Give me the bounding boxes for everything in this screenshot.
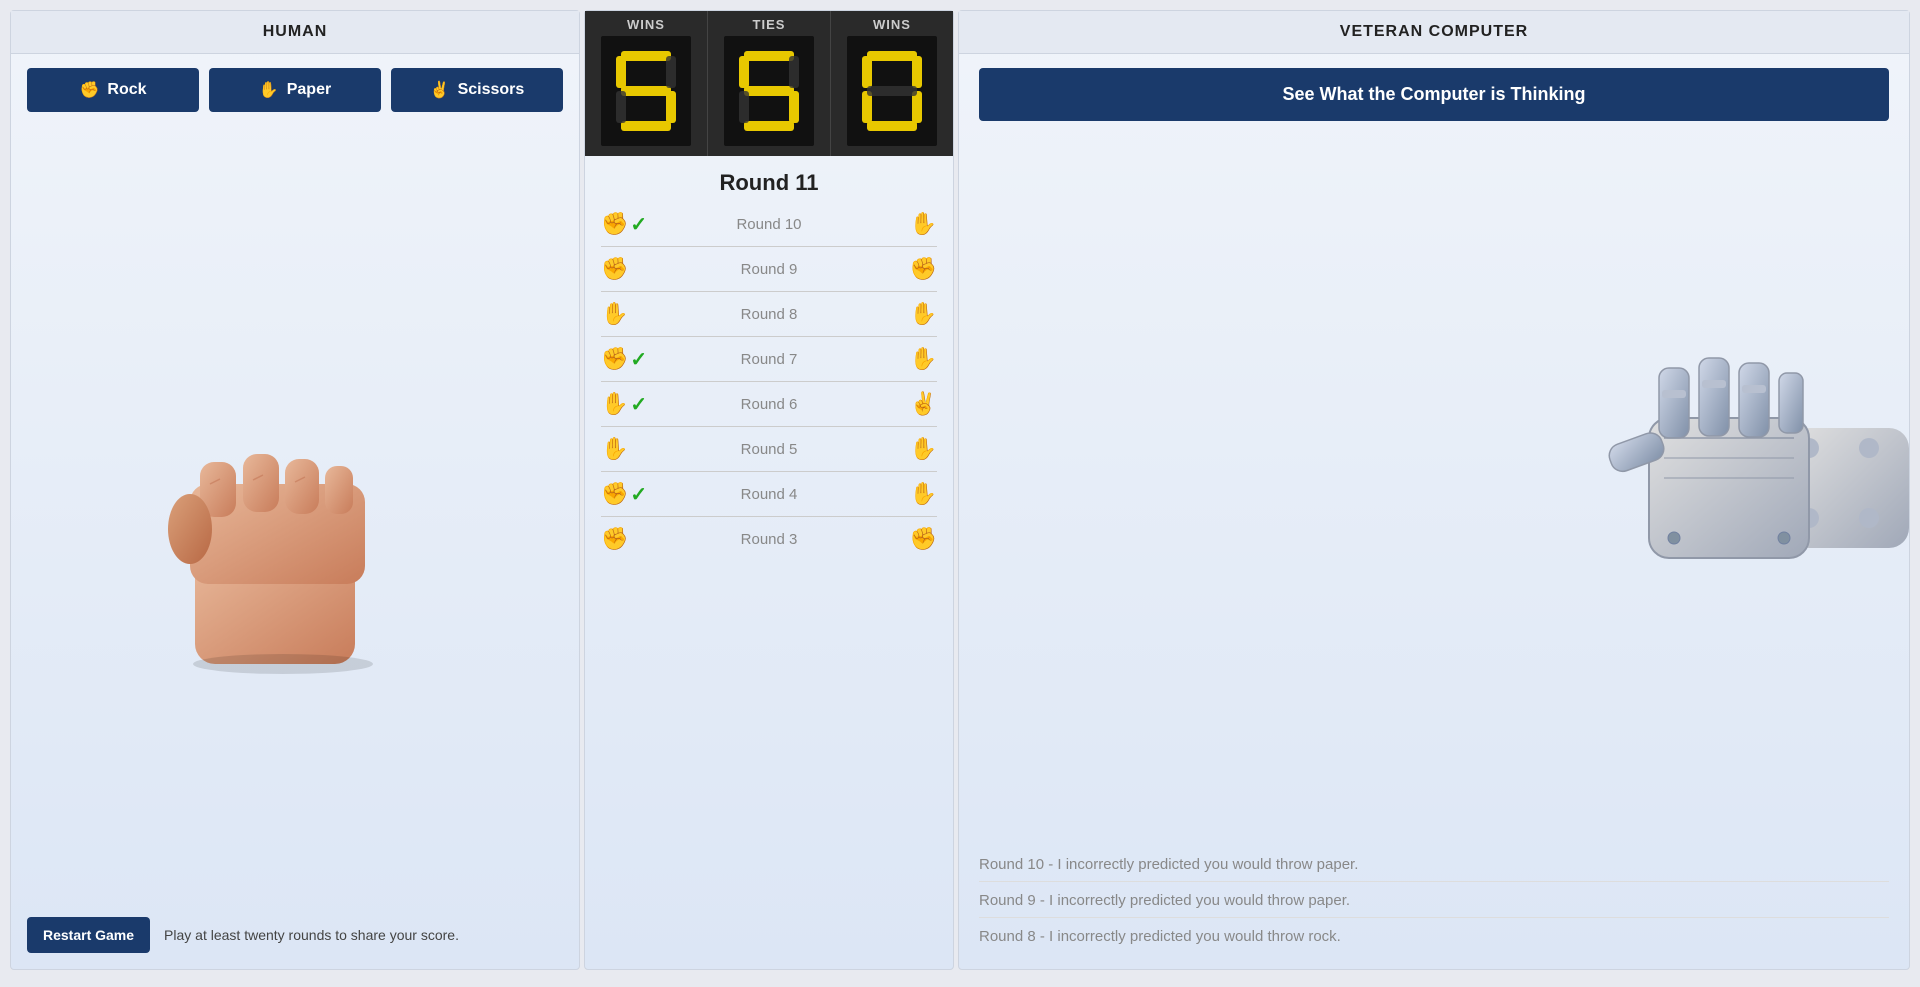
computer-panel-header: VETERAN COMPUTER <box>959 11 1909 54</box>
table-row: ✊ Round 9 ✊ <box>601 247 937 292</box>
round-4-label: Round 4 <box>643 486 895 503</box>
table-row: ✊✓ Round 4 ✋ <box>601 472 937 517</box>
human-wins-col: WINS <box>585 11 708 156</box>
human-hand-area <box>11 126 579 901</box>
center-panel: WINS <box>584 10 954 970</box>
table-row: ✋ Round 5 ✋ <box>601 427 937 472</box>
left-panel: HUMAN ✊ Rock ✋ Paper ✌ Scissors <box>10 10 580 970</box>
round-10-label: Round 10 <box>643 216 895 233</box>
thinking-button[interactable]: See What the Computer is Thinking <box>979 68 1889 121</box>
human-hand-image <box>135 354 455 674</box>
scissors-icon: ✌ <box>430 80 450 100</box>
thinking-log: Round 10 - I incorrectly predicted you w… <box>959 840 1909 969</box>
computer-round8-icon: ✋ <box>903 301 937 327</box>
paper-label: Paper <box>287 81 331 99</box>
rounds-list: ✊✓ Round 10 ✋ ✊ Round 9 ✊ ✋ Round 8 ✋ ✊✓… <box>585 202 953 561</box>
round-7-label: Round 7 <box>643 351 895 368</box>
restart-button[interactable]: Restart Game <box>27 917 150 953</box>
round-6-label: Round 6 <box>643 396 895 413</box>
table-row: ✋✓ Round 6 ✌ <box>601 382 937 427</box>
ties-col: TIES <box>708 11 831 156</box>
human-round3-icon: ✊ <box>601 526 635 552</box>
rock-button[interactable]: ✊ Rock <box>27 68 199 112</box>
computer-round10-icon: ✋ <box>903 211 937 237</box>
computer-round6-icon: ✌ <box>903 391 937 417</box>
human-wins-digit <box>611 46 681 136</box>
computer-wins-display <box>847 36 937 146</box>
human-round6-icon: ✋✓ <box>601 391 635 417</box>
ties-label: TIES <box>753 17 786 32</box>
rock-label: Rock <box>107 81 146 99</box>
human-panel-header: HUMAN <box>11 11 579 54</box>
human-round7-icon: ✊✓ <box>601 346 635 372</box>
human-round9-icon: ✊ <box>601 256 635 282</box>
human-round5-icon: ✋ <box>601 436 635 462</box>
human-wins-display <box>601 36 691 146</box>
thinking-entry: Round 8 - I incorrectly predicted you wo… <box>979 928 1889 953</box>
bottom-bar: Restart Game Play at least twenty rounds… <box>11 901 579 969</box>
computer-round5-icon: ✋ <box>903 436 937 462</box>
thinking-entry: Round 10 - I incorrectly predicted you w… <box>979 856 1889 882</box>
ties-display <box>724 36 814 146</box>
current-round-label: Round 11 <box>719 170 818 196</box>
human-round4-icon: ✊✓ <box>601 481 635 507</box>
table-row: ✋ Round 8 ✋ <box>601 292 937 337</box>
ties-digit <box>734 46 804 136</box>
scissors-label: Scissors <box>458 81 525 99</box>
computer-round7-icon: ✋ <box>903 346 937 372</box>
paper-icon: ✋ <box>259 80 279 100</box>
round-8-label: Round 8 <box>643 306 895 323</box>
round-3-label: Round 3 <box>643 531 895 548</box>
computer-wins-col: WINS <box>831 11 953 156</box>
human-round8-icon: ✋ <box>601 301 635 327</box>
table-row: ✊✓ Round 7 ✋ <box>601 337 937 382</box>
thinking-btn-wrapper: See What the Computer is Thinking <box>959 54 1909 135</box>
robot-hand-image <box>1489 338 1909 638</box>
table-row: ✊✓ Round 10 ✋ <box>601 202 937 247</box>
right-panel: VETERAN COMPUTER See What the Computer i… <box>958 10 1910 970</box>
human-round10-icon: ✊✓ <box>601 211 635 237</box>
bottom-text: Play at least twenty rounds to share you… <box>164 927 459 943</box>
choice-buttons-group: ✊ Rock ✋ Paper ✌ Scissors <box>11 54 579 126</box>
computer-round9-icon: ✊ <box>903 256 937 282</box>
scoreboard: WINS <box>585 11 953 156</box>
table-row: ✊ Round 3 ✊ <box>601 517 937 561</box>
scissors-button[interactable]: ✌ Scissors <box>391 68 563 112</box>
computer-wins-label: WINS <box>873 17 911 32</box>
computer-round3-icon: ✊ <box>903 526 937 552</box>
thinking-entry: Round 9 - I incorrectly predicted you wo… <box>979 892 1889 918</box>
computer-wins-digit <box>857 46 927 136</box>
human-wins-label: WINS <box>627 17 665 32</box>
round-9-label: Round 9 <box>643 261 895 278</box>
computer-round4-icon: ✋ <box>903 481 937 507</box>
paper-button[interactable]: ✋ Paper <box>209 68 381 112</box>
round-5-label: Round 5 <box>643 441 895 458</box>
rock-icon: ✊ <box>79 80 99 100</box>
robot-hand-area <box>959 135 1909 840</box>
